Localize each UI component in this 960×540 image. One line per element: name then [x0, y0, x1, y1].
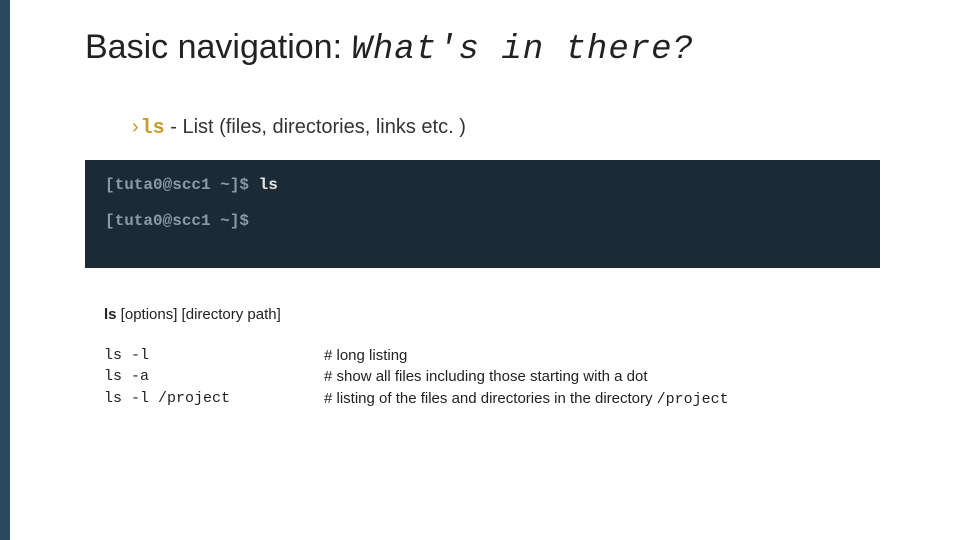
title-suffix: What's in there?	[352, 31, 694, 69]
example-cmd: ls -l /project	[104, 389, 324, 410]
terminal-prompt-1: [tuta0@scc1 ~]$	[105, 176, 259, 194]
examples-block: ls -l # long listing ls -a # show all fi…	[104, 346, 729, 410]
terminal-prompt-2: [tuta0@scc1 ~]$	[105, 212, 249, 230]
slide-title: Basic navigation: What's in there?	[85, 28, 694, 69]
syntax-args: [options] [directory path]	[117, 306, 281, 323]
bullet-description: List (files, directories, links etc. )	[182, 116, 465, 138]
caret-icon: ›	[132, 116, 139, 138]
example-cmd: ls -l	[104, 346, 324, 367]
example-row: ls -a # show all files including those s…	[104, 367, 729, 388]
syntax-line: ls [options] [directory path]	[104, 306, 281, 323]
syntax-command: ls	[104, 306, 117, 323]
bullet-dash: -	[165, 116, 183, 138]
slide-left-accent	[0, 0, 10, 540]
example-comment: # long listing	[324, 346, 407, 367]
example-cmd: ls -a	[104, 367, 324, 388]
terminal-command-1: ls	[259, 176, 278, 194]
terminal-block: [tuta0@scc1 ~]$ ls [tuta0@scc1 ~]$	[85, 160, 880, 268]
terminal-line-1: [tuta0@scc1 ~]$ ls	[105, 176, 860, 194]
slide: Basic navigation: What's in there? ›ls -…	[0, 0, 960, 540]
example-comment: # show all files including those startin…	[324, 367, 648, 388]
terminal-line-2: [tuta0@scc1 ~]$	[105, 212, 860, 230]
bullet-line: ›ls - List (files, directories, links et…	[132, 116, 466, 140]
example-comment: # listing of the files and directories i…	[324, 389, 729, 410]
title-prefix: Basic navigation:	[85, 28, 352, 66]
example-row: ls -l # long listing	[104, 346, 729, 367]
example-row: ls -l /project # listing of the files an…	[104, 389, 729, 410]
bullet-command: ls	[141, 117, 165, 140]
